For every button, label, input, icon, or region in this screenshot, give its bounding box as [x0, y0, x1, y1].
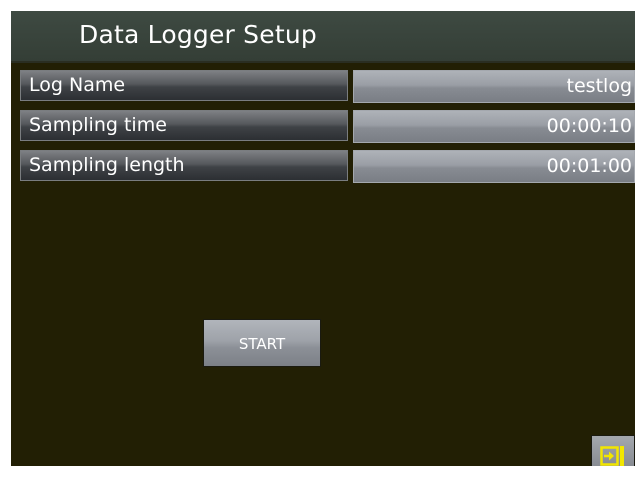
- exit-button[interactable]: [591, 435, 635, 466]
- sampling-time-field[interactable]: 00:00:10: [353, 110, 635, 143]
- setting-row-log-name: Log Name testlog: [20, 70, 635, 103]
- log-name-field[interactable]: testlog: [353, 70, 635, 103]
- sampling-time-label: Sampling time: [20, 110, 348, 141]
- title-bar: Data Logger Setup: [11, 11, 635, 63]
- sampling-length-field[interactable]: 00:01:00: [353, 150, 635, 183]
- setting-row-sampling-time: Sampling time 00:00:10: [20, 110, 635, 143]
- page-title: Data Logger Setup: [79, 20, 317, 49]
- data-logger-screen: Data Logger Setup Log Name testlog Sampl…: [11, 11, 635, 466]
- start-button[interactable]: START: [203, 319, 321, 367]
- setting-row-sampling-length: Sampling length 00:01:00: [20, 150, 635, 183]
- exit-arrow-icon: [600, 446, 624, 466]
- sampling-length-label: Sampling length: [20, 150, 348, 181]
- log-name-label: Log Name: [20, 70, 348, 101]
